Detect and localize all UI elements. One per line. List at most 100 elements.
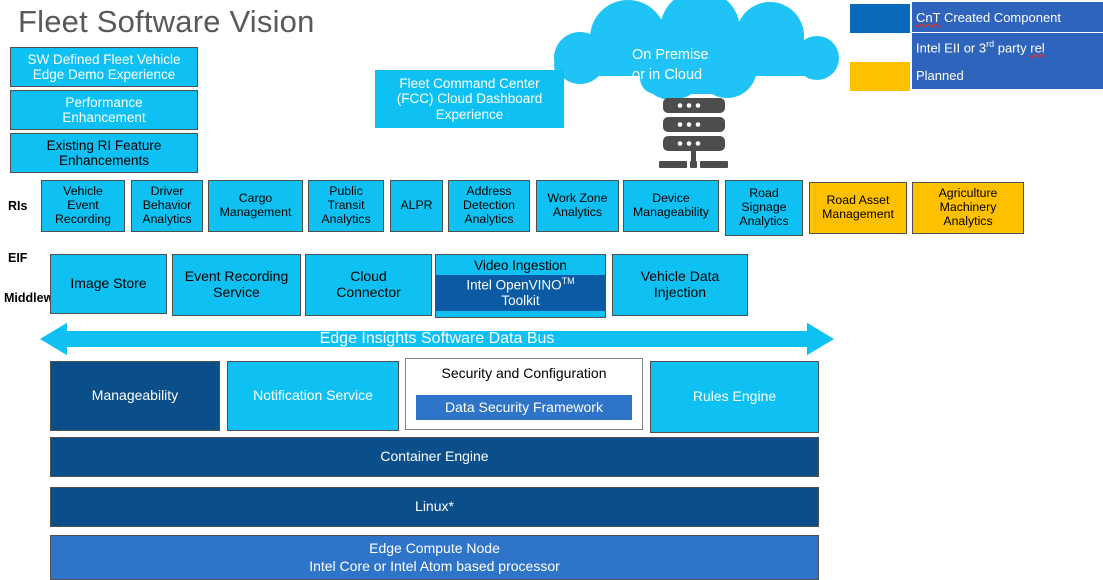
ri-3-line-0: Public: [329, 184, 363, 199]
legend-cnt-rest: Created Component: [940, 9, 1062, 25]
stack-linux[interactable]: Linux*: [50, 487, 819, 527]
legend-cnt-acronym: CnT: [916, 9, 941, 25]
ri-address-detection-analytics[interactable]: Address Detection Analytics: [448, 180, 530, 232]
ri-vehicle-event-recording[interactable]: Vehicle Event Recording: [41, 180, 125, 232]
container-engine-label: Container Engine: [380, 448, 489, 465]
card-ri-line1: Existing RI Feature: [46, 137, 162, 153]
eif-image-store[interactable]: Image Store: [50, 254, 167, 314]
card-sw-defined-fleet-vehicle[interactable]: SW Defined Fleet Vehicle Edge Demo Exper…: [10, 47, 198, 87]
eif-cloud-connector[interactable]: Cloud Connector: [305, 254, 432, 316]
ri-9-line-1: Management: [822, 207, 894, 221]
ri-alpr[interactable]: ALPR: [390, 180, 443, 232]
eif-4-line-0: Vehicle Data: [640, 268, 720, 285]
openvino-trademark: TM: [561, 276, 575, 287]
eif-vehicle-data-injection[interactable]: Vehicle Data Injection: [612, 254, 748, 316]
legend-swatch-planned: [850, 62, 910, 91]
service-manageability[interactable]: Manageability: [50, 361, 220, 431]
card-existing-ri-feature-enhancements[interactable]: Existing RI Feature Enhancements: [10, 133, 198, 173]
page-title: Fleet Software Vision: [18, 4, 315, 39]
ri-cargo-management[interactable]: Cargo Management: [208, 180, 303, 232]
legend-planned-text: Planned: [916, 67, 964, 83]
ri-public-transit-analytics[interactable]: Public Transit Analytics: [308, 180, 384, 232]
server-stack-icon: [655, 96, 741, 174]
eif-1-line-1: Service: [213, 284, 260, 300]
ri-road-asset-management[interactable]: Road Asset Management: [809, 182, 907, 234]
service-notification-service[interactable]: Notification Service: [227, 361, 399, 431]
fleet-software-vision-diagram: Fleet Software Vision CnT Created Compon…: [0, 0, 1103, 580]
ri-driver-behavior-analytics[interactable]: Driver Behavior Analytics: [131, 180, 203, 232]
eif-video-ingestion[interactable]: Video Ingestion Intel OpenVINOTM Toolkit: [435, 254, 606, 318]
cloud-graphic: [532, 0, 844, 100]
fcc-line2: (FCC) Cloud Dashboard: [396, 91, 543, 107]
data-security-framework[interactable]: Data Security Framework: [416, 394, 632, 421]
ri-10-line-0: Agriculture: [938, 186, 998, 201]
eif-1-line-0: Event Recording: [184, 268, 289, 285]
data-security-framework-label: Data Security Framework: [445, 398, 603, 415]
eif-image-store-label: Image Store: [70, 275, 147, 292]
card-perf-line2: Enhancement: [62, 110, 146, 125]
card-ri-line2: Enhancements: [58, 153, 150, 168]
service-rules-engine-label: Rules Engine: [692, 388, 777, 405]
openvino-line-2: Toolkit: [501, 292, 540, 308]
card-sw-line1: SW Defined Fleet Vehicle: [27, 51, 181, 67]
card-performance-enhancement[interactable]: Performance Enhancement: [10, 90, 198, 130]
ri-1-line-1: Behavior: [142, 198, 192, 213]
ri-device-manageability[interactable]: Device Manageability: [623, 180, 719, 232]
ri-agriculture-machinery-analytics[interactable]: Agriculture Machinery Analytics: [912, 182, 1024, 234]
ri-7-line-0: Device: [652, 191, 690, 206]
legend-swatch-intel-eii: [850, 35, 910, 64]
ri-4-line-0: ALPR: [400, 198, 433, 213]
security-config-title: Security and Configuration: [441, 365, 607, 381]
eif-4-line-1: Injection: [653, 284, 707, 300]
edge-compute-node-line2: Intel Core or Intel Atom based processor: [309, 557, 560, 574]
ri-8-line-1: Signage: [741, 200, 787, 215]
service-security-and-configuration[interactable]: Security and Configuration Data Security…: [405, 358, 643, 430]
ri-1-line-2: Analytics: [142, 211, 192, 226]
card-sw-line2: Edge Demo Experience: [32, 67, 176, 82]
legend-eii-mid: party: [994, 40, 1031, 56]
linux-label: Linux*: [415, 498, 454, 515]
ri-5-line-0: Address: [466, 184, 512, 199]
ri-0-line-0: Vehicle: [63, 184, 103, 199]
ri-5-line-1: Detection: [463, 198, 515, 213]
edge-compute-node-line1: Edge Compute Node: [369, 540, 500, 556]
ri-5-line-2: Analytics: [464, 211, 514, 226]
openvino-line-1: Intel OpenVINO: [466, 277, 562, 293]
eif-2-line-1: Connector: [336, 284, 401, 300]
stack-edge-compute-node[interactable]: Edge Compute Node Intel Core or Intel At…: [50, 535, 819, 580]
fcc-line1: Fleet Command Center: [399, 76, 540, 92]
fcc-line3: Experience: [435, 106, 504, 122]
ri-1-line-0: Driver: [150, 184, 184, 199]
ri-8-line-2: Analytics: [739, 213, 789, 228]
ri-3-line-2: Analytics: [321, 211, 371, 226]
legend-label-planned: Planned: [912, 61, 1103, 89]
legend-label-intel-eii: Intel EII or 3rd party rel: [912, 33, 1103, 61]
ri-3-line-1: Transit: [327, 198, 365, 213]
ri-2-line-0: Cargo: [238, 191, 273, 206]
edge-insights-software-data-bus[interactable]: [38, 320, 836, 358]
legend-swatch-cnt: [850, 4, 910, 33]
service-rules-engine[interactable]: Rules Engine: [650, 361, 819, 433]
row-label-ris-text: RIs: [8, 199, 28, 213]
legend-eii-sup: rd: [986, 38, 995, 49]
service-manageability-label: Manageability: [91, 387, 179, 404]
ri-0-line-2: Recording: [54, 211, 112, 226]
legend-eii-prefix: Intel EII or 3: [916, 40, 987, 56]
ri-10-line-1: Machinery: [939, 200, 997, 215]
ri-6-line-1: Analytics: [552, 205, 603, 219]
ri-0-line-1: Event: [67, 198, 99, 213]
legend-label-cnt: CnT Created Component: [912, 2, 1103, 32]
ri-7-line-1: Manageability: [633, 205, 709, 219]
eif-event-recording-service[interactable]: Event Recording Service: [172, 254, 301, 316]
row-label-ris: RIs: [8, 193, 42, 219]
stack-container-engine[interactable]: Container Engine: [50, 437, 819, 477]
eif-openvino-toolkit[interactable]: Intel OpenVINOTM Toolkit: [436, 275, 605, 311]
service-notification-label: Notification Service: [253, 387, 373, 404]
card-perf-line1: Performance: [65, 94, 143, 110]
eif-video-ingestion-title: Video Ingestion: [474, 258, 567, 273]
card-fleet-command-center[interactable]: Fleet Command Center (FCC) Cloud Dashboa…: [375, 70, 564, 128]
legend-eii-rel: rel: [1030, 40, 1045, 56]
ri-work-zone-analytics[interactable]: Work Zone Analytics: [536, 180, 619, 232]
ri-9-line-0: Road Asset: [826, 193, 890, 208]
ri-road-signage-analytics[interactable]: Road Signage Analytics: [725, 180, 803, 236]
